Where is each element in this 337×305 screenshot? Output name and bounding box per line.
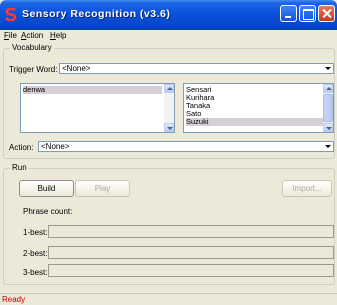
best-3-field [48,264,334,277]
menu-help[interactable]: Help [50,31,66,40]
action-select[interactable]: <None> [38,141,334,152]
scroll-thumb[interactable] [323,94,333,122]
list-item-selected[interactable]: Suzuki [186,118,323,126]
scroll-up-icon[interactable] [323,84,333,93]
maximize-button[interactable] [299,5,316,22]
vocabulary-word-list[interactable]: Sensari Kurihara Tanaka Sato Suzuki [183,83,334,133]
trigger-word-select[interactable]: <None> [59,63,334,74]
action-value: <None> [41,142,70,151]
build-button[interactable]: Build [19,180,74,197]
phrase-count-label: Phrase count: [23,207,73,216]
best-2-label: 2-best: [23,249,48,258]
best-3-label: 3-best: [23,268,48,277]
best-1-field [48,225,334,238]
minimize-button[interactable] [280,5,297,22]
list-item[interactable]: denwa [23,86,162,94]
app-icon [5,8,17,21]
status-text: Ready [2,295,26,304]
menu-bar: File Action Help [0,30,337,42]
trigger-word-label: Trigger Word: [9,65,58,74]
play-button[interactable]: Play [75,180,130,197]
chevron-down-icon[interactable] [323,64,333,73]
action-label: Action: [9,143,34,152]
trigger-word-value: <None> [62,64,91,73]
scroll-down-icon[interactable] [164,123,174,132]
close-button[interactable] [318,5,335,22]
menu-file[interactable]: File [4,31,17,40]
vocabulary-group-label: Vocabulary [10,43,54,52]
left-scrollbar[interactable] [164,84,174,132]
scroll-down-icon[interactable] [323,123,333,132]
menu-action[interactable]: Action [21,31,43,40]
title-bar: Sensory Recognition (v3.6) [0,0,337,30]
status-bar: Ready [0,293,337,305]
right-scrollbar[interactable] [323,84,333,132]
import-button[interactable]: Import... [282,180,332,197]
phrase-input-list[interactable]: denwa [20,83,175,133]
chevron-down-icon[interactable] [323,142,333,151]
best-1-label: 1-best: [23,228,48,237]
window-title: Sensory Recognition (v3.6) [22,8,171,20]
best-2-field [48,246,334,259]
scroll-up-icon[interactable] [164,84,174,93]
run-group-label: Run [10,163,29,172]
